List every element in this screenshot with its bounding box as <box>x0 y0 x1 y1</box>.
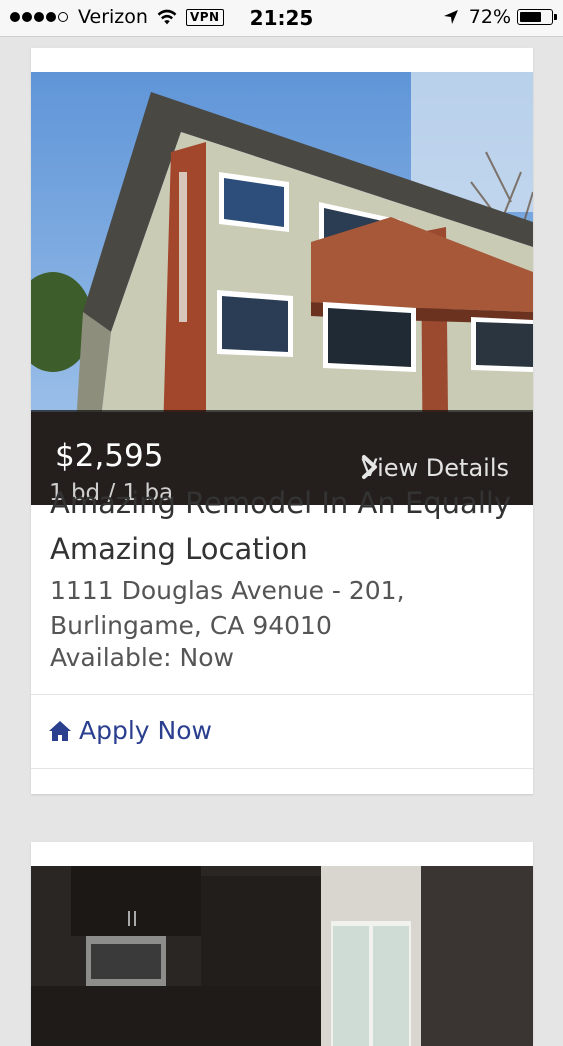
status-bar: Verizon VPN 21:25 72% <box>0 0 563 37</box>
listing-card[interactable]: $2,595 1 bd / 1 ba View Details Amazing … <box>31 48 533 794</box>
listing-price: $2,595 <box>55 438 164 474</box>
battery-icon <box>517 9 557 25</box>
view-details-link[interactable]: View Details <box>361 454 519 482</box>
kitchen-image <box>31 866 533 1046</box>
location-arrow-icon <box>443 10 458 24</box>
divider <box>31 694 533 695</box>
divider <box>31 768 533 769</box>
listing-photo[interactable]: $2,595 1 bd / 1 ba View Details <box>31 72 533 505</box>
listing-title[interactable]: Amazing Remodel In An Equally Amazing Lo… <box>50 480 520 572</box>
listing-address: 1111 Douglas Avenue - 201, Burlingame, C… <box>50 576 405 640</box>
status-right: 72% <box>443 6 557 28</box>
listing-photo[interactable] <box>31 866 533 1046</box>
listing-card[interactable] <box>31 842 533 1046</box>
apply-now-button[interactable]: Apply Now <box>48 716 212 745</box>
chevron-right-icon <box>362 455 378 479</box>
battery-percent: 72% <box>468 6 511 28</box>
listing-availability: Available: Now <box>50 643 234 672</box>
view-details-label: View Details <box>361 454 509 482</box>
home-icon <box>49 720 71 741</box>
apply-now-label: Apply Now <box>79 716 212 745</box>
